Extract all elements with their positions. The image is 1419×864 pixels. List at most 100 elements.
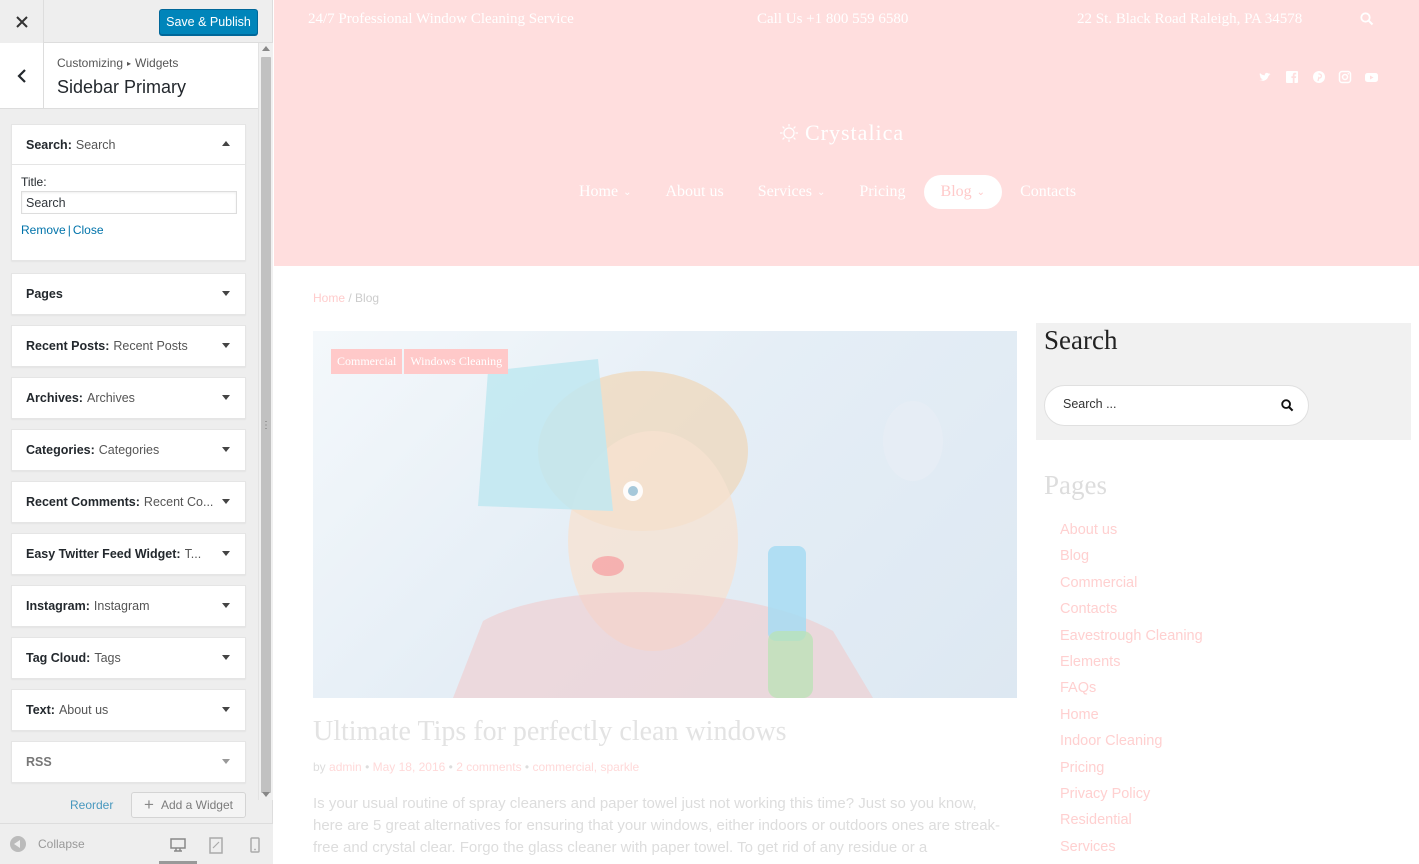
collapse-arrow-icon[interactable] (222, 141, 230, 146)
pages-list-item[interactable]: Services (1060, 834, 1203, 860)
expand-arrow-icon[interactable] (222, 603, 230, 608)
widget-recent-comments[interactable]: Recent Comments: Recent Co... (11, 481, 246, 523)
topbar-service: 24/7 Professional Window Cleaning Servic… (308, 11, 574, 27)
mobile-preview-icon[interactable] (245, 835, 265, 855)
widget-header[interactable]: Instagram: Instagram (12, 586, 245, 626)
search-icon[interactable] (1281, 399, 1294, 415)
pages-list-item[interactable]: About us (1060, 517, 1203, 543)
widget-search-header[interactable]: Search: Search (12, 125, 245, 165)
widget-instagram[interactable]: Instagram: Instagram (11, 585, 246, 627)
expand-arrow-icon[interactable] (222, 499, 230, 504)
widget-categories[interactable]: Categories: Categories (11, 429, 246, 471)
breadcrumb-root: Customizing (57, 56, 124, 70)
close-customizer-button[interactable] (0, 0, 44, 43)
nav-item-home[interactable]: Home ⌄ (562, 175, 649, 209)
back-button[interactable] (0, 43, 44, 108)
site-logo[interactable]: Crystalica (779, 120, 904, 146)
expand-arrow-icon[interactable] (222, 655, 230, 660)
widget-name: About us (58, 703, 109, 717)
expand-arrow-icon[interactable] (222, 395, 230, 400)
pages-list-item[interactable]: Privacy Policy (1060, 781, 1203, 807)
pages-widget-title: Pages (1044, 470, 1107, 500)
pages-list-item[interactable]: Pricing (1060, 755, 1203, 781)
pages-list-item[interactable]: Blog (1060, 543, 1203, 569)
nav-item-pricing[interactable]: Pricing (842, 175, 922, 209)
widget-rss[interactable]: RSS (11, 741, 246, 783)
search-input[interactable] (1063, 397, 1263, 411)
breadcrumb-section: Widgets (135, 56, 179, 70)
scroll-up-arrow-icon[interactable] (262, 46, 270, 51)
meta-date-link[interactable]: May 18, 2016 (373, 760, 446, 774)
tag-commercial[interactable]: Commercial (331, 349, 403, 374)
nav-item-services[interactable]: Services ⌄ (741, 175, 843, 209)
expand-arrow-icon[interactable] (222, 447, 230, 452)
tablet-preview-icon[interactable] (206, 835, 226, 855)
header-search-icon[interactable] (1360, 12, 1374, 29)
meta-comments-link[interactable]: 2 comments (456, 760, 521, 774)
resize-grip-icon[interactable]: ⋮ (261, 420, 271, 431)
widget-header[interactable]: Archives: Archives (12, 378, 245, 418)
pages-list-item[interactable]: FAQs (1060, 675, 1203, 701)
add-widget-button[interactable]: + Add a Widget (131, 792, 246, 818)
remove-widget-link[interactable]: Remove (21, 223, 66, 237)
widget-text[interactable]: Text: About us (11, 689, 246, 731)
widget-header[interactable]: RSS (12, 742, 245, 782)
post-title[interactable]: Ultimate Tips for perfectly clean window… (313, 716, 787, 748)
nav-item-blog[interactable]: Blog ⌄ (923, 175, 1003, 209)
page-breadcrumb: Home / Blog (313, 291, 379, 305)
breadcrumb-current: Blog (355, 291, 380, 305)
tag-windows-cleaning[interactable]: Windows Cleaning (404, 349, 509, 374)
youtube-icon[interactable] (1364, 70, 1378, 84)
nav-item-contacts[interactable]: Contacts (1003, 175, 1093, 209)
pinterest-icon[interactable] (1312, 70, 1326, 84)
scroll-down-arrow-icon[interactable] (262, 792, 270, 797)
customizer-sidebar: Save & Publish Customizing ▸ Widgets Sideb… (0, 0, 273, 864)
pages-list-item[interactable]: Indoor Cleaning (1060, 728, 1203, 754)
pages-list-item[interactable]: Elements (1060, 649, 1203, 675)
widget-header[interactable]: Pages (12, 274, 245, 314)
nav-item-about[interactable]: About us (649, 175, 741, 209)
widget-type: Tag Cloud: (26, 651, 91, 665)
instagram-icon[interactable] (1338, 70, 1352, 84)
woman-cleaning-illustration (453, 359, 943, 698)
save-publish-button[interactable]: Save & Publish (159, 9, 258, 35)
pages-list-item[interactable]: Residential (1060, 807, 1203, 833)
meta-categories-link[interactable]: commercial, sparkle (532, 760, 639, 774)
twitter-icon[interactable] (1258, 70, 1272, 84)
widget-twitter-feed[interactable]: Easy Twitter Feed Widget: T... (11, 533, 246, 575)
meta-dot: • (365, 760, 370, 774)
widget-header[interactable]: Recent Comments: Recent Co... (12, 482, 245, 522)
widget-archives[interactable]: Archives: Archives (11, 377, 246, 419)
nav-label: Services (757, 183, 812, 200)
expand-arrow-icon[interactable] (222, 291, 230, 296)
expand-arrow-icon[interactable] (222, 759, 230, 764)
close-widget-link[interactable]: Close (73, 223, 104, 237)
expand-arrow-icon[interactable] (222, 343, 230, 348)
widget-header[interactable]: Easy Twitter Feed Widget: T... (12, 534, 245, 574)
customizer-header: Save & Publish (0, 0, 272, 43)
breadcrumb-home-link[interactable]: Home (313, 291, 345, 305)
collapse-button[interactable]: Collapse (10, 836, 85, 852)
widget-title-input[interactable] (21, 191, 237, 214)
widget-header[interactable]: Recent Posts: Recent Posts (12, 326, 245, 366)
widget-header[interactable]: Text: About us (12, 690, 245, 730)
widget-pages[interactable]: Pages (11, 273, 246, 315)
widget-header[interactable]: Tag Cloud: Tags (12, 638, 245, 678)
post-featured-image[interactable]: Commercial Windows Cleaning (313, 331, 1017, 698)
pages-list-item[interactable]: Commercial (1060, 570, 1203, 596)
desktop-preview-icon[interactable] (159, 835, 197, 864)
collapse-arrow-icon (10, 836, 26, 852)
reorder-link[interactable]: Reorder (70, 798, 113, 812)
pages-list-item[interactable]: Contacts (1060, 596, 1203, 622)
widget-recent-posts[interactable]: Recent Posts: Recent Posts (11, 325, 246, 367)
widget-header[interactable]: Categories: Categories (12, 430, 245, 470)
pages-list-item[interactable]: Eavestrough Cleaning (1060, 623, 1203, 649)
nav-label: Blog (940, 183, 972, 200)
pages-list-item[interactable]: Home (1060, 702, 1203, 728)
expand-arrow-icon[interactable] (222, 551, 230, 556)
facebook-icon[interactable] (1285, 70, 1299, 84)
logo-text: Crystalica (805, 120, 905, 145)
meta-author-link[interactable]: admin (329, 760, 362, 774)
expand-arrow-icon[interactable] (222, 707, 230, 712)
widget-tag-cloud[interactable]: Tag Cloud: Tags (11, 637, 246, 679)
